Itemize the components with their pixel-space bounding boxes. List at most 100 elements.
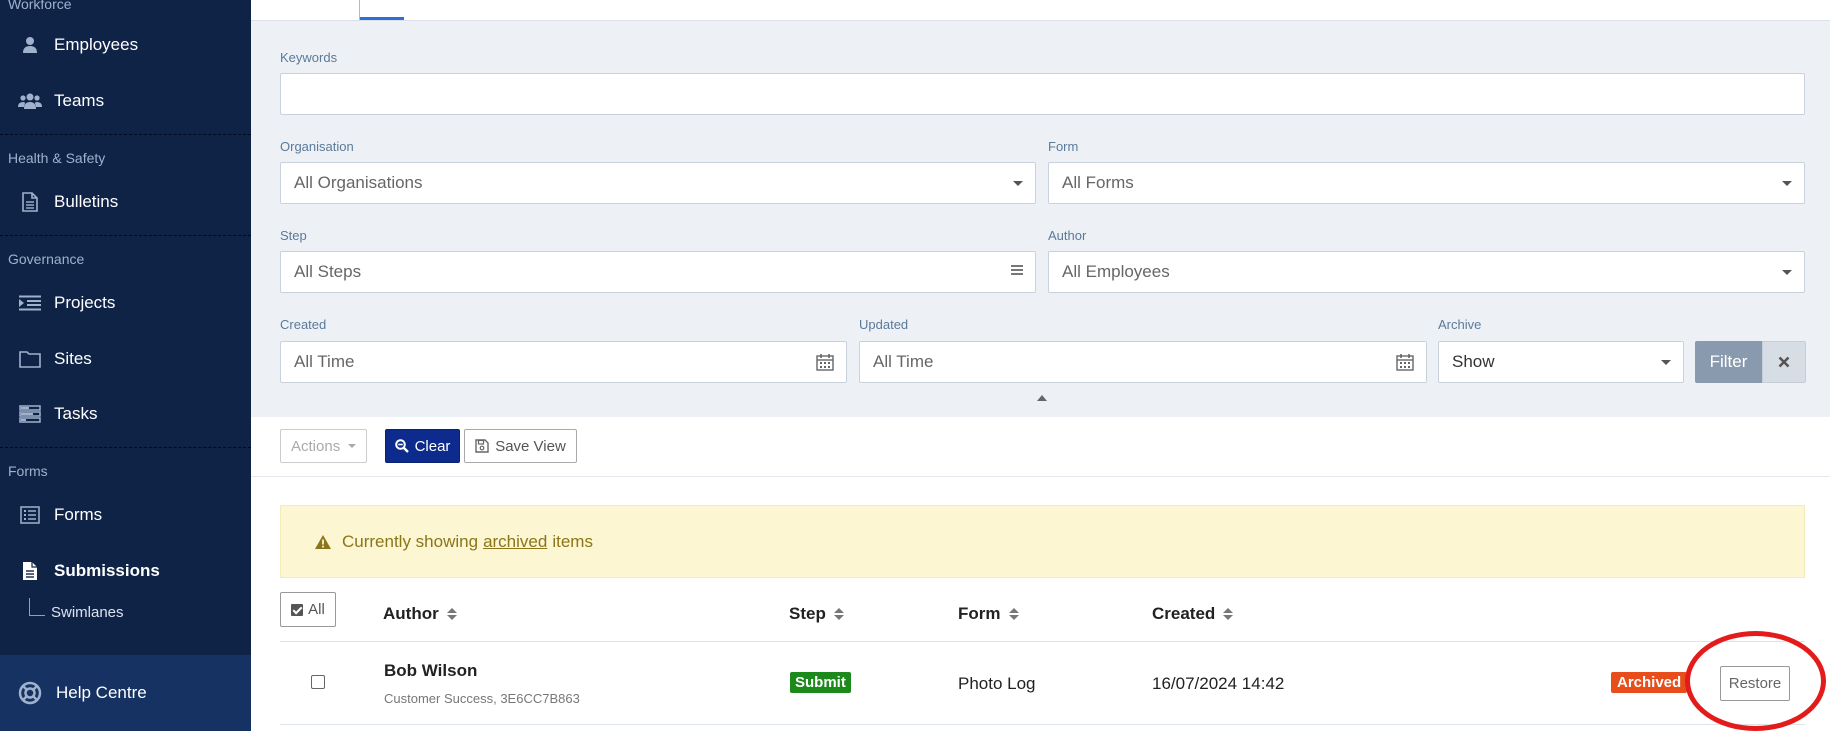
updated-value: All Time xyxy=(873,352,934,371)
section-governance: Governance xyxy=(8,251,85,267)
sidebar-item-swimlanes[interactable]: Swimlanes xyxy=(51,604,124,621)
archived-link[interactable]: archived xyxy=(483,532,547,552)
alert-prefix: Currently showing xyxy=(342,531,479,551)
keywords-input[interactable] xyxy=(280,73,1805,115)
created-label: Created xyxy=(280,317,327,332)
clear-label: Clear xyxy=(414,437,451,455)
sidebar: Workforce Employees Teams Health & Safet… xyxy=(0,0,251,731)
alert-suffix: items xyxy=(552,531,593,551)
archive-label: Archive xyxy=(1438,317,1482,332)
filter-panel: Keywords Organisation All Organisations … xyxy=(251,21,1830,417)
sidebar-item-label: Submissions xyxy=(54,561,160,580)
sidebar-item-employees[interactable]: Employees xyxy=(0,23,251,67)
step-select[interactable]: All Steps xyxy=(280,251,1036,293)
warning-icon xyxy=(314,534,332,550)
sidebar-item-label: Teams xyxy=(54,91,105,110)
column-form[interactable]: Form xyxy=(958,604,1019,624)
table-row[interactable]: Bob Wilson Customer Success, 3E6CC7B863 … xyxy=(280,642,1805,725)
sidebar-divider xyxy=(0,447,251,448)
actions-label: Actions xyxy=(291,437,341,455)
save-view-label: Save View xyxy=(495,437,566,455)
calendar-icon[interactable] xyxy=(1396,353,1414,374)
sidebar-item-label: Tasks xyxy=(54,404,98,423)
archive-select[interactable]: Show xyxy=(1438,341,1684,383)
table-header: All Author Step Form Created xyxy=(280,590,1805,642)
tab-bar xyxy=(251,0,1830,21)
checkbox-checked-icon xyxy=(291,603,304,616)
section-forms: Forms xyxy=(8,463,48,479)
form-value: All Forms xyxy=(1062,173,1134,192)
sidebar-item-label: Bulletins xyxy=(54,192,119,211)
chevron-down-icon xyxy=(1782,181,1792,186)
main-content: Keywords Organisation All Organisations … xyxy=(251,0,1830,731)
sort-icon xyxy=(1008,608,1019,620)
sidebar-item-label: Projects xyxy=(54,293,116,312)
sidebar-item-teams[interactable]: Teams xyxy=(0,79,251,123)
organisation-label: Organisation xyxy=(280,139,354,154)
archived-notice: Currently showing archived items xyxy=(280,505,1805,578)
chevron-down-icon xyxy=(1782,270,1792,275)
save-view-button[interactable]: Save View xyxy=(464,429,577,463)
sidebar-divider xyxy=(0,134,251,135)
sidebar-item-label: Sites xyxy=(54,349,92,368)
sidebar-item-projects[interactable]: Projects xyxy=(0,281,251,325)
restore-button[interactable]: Restore xyxy=(1720,666,1790,701)
reset-filters-button[interactable] xyxy=(1762,341,1806,383)
column-author-label: Author xyxy=(383,604,439,623)
column-created[interactable]: Created xyxy=(1152,604,1234,624)
chevron-down-icon xyxy=(348,444,357,448)
sort-icon xyxy=(446,608,457,620)
sidebar-item-label: Employees xyxy=(54,35,139,54)
row-checkbox[interactable] xyxy=(311,675,325,689)
updated-date-input[interactable]: All Time xyxy=(859,341,1427,383)
tasks-icon xyxy=(18,402,42,426)
author-name[interactable]: Bob Wilson xyxy=(384,661,477,681)
author-meta: Customer Success, 3E6CC7B863 xyxy=(384,691,580,706)
document-text-icon xyxy=(18,559,42,583)
list-indent-icon xyxy=(18,291,42,315)
floppy-disk-icon xyxy=(475,439,489,453)
filter-button[interactable]: Filter xyxy=(1695,341,1762,383)
form-select[interactable]: All Forms xyxy=(1048,162,1805,204)
actions-dropdown[interactable]: Actions xyxy=(280,429,367,463)
select-all-button[interactable]: All xyxy=(280,592,336,627)
created-date-input[interactable]: All Time xyxy=(280,341,847,383)
users-icon xyxy=(18,89,42,113)
sidebar-item-tasks[interactable]: Tasks xyxy=(0,392,251,436)
form-icon xyxy=(18,503,42,527)
created-cell: 16/07/2024 14:42 xyxy=(1152,674,1285,693)
document-icon xyxy=(18,190,42,214)
column-created-label: Created xyxy=(1152,604,1216,623)
form-label: Form xyxy=(1048,139,1079,154)
sidebar-item-label: Forms xyxy=(54,505,103,524)
column-author[interactable]: Author xyxy=(383,604,457,624)
help-centre-label: Help Centre xyxy=(56,683,147,702)
user-icon xyxy=(18,33,42,57)
chevron-down-icon xyxy=(1013,181,1023,186)
organisation-select[interactable]: All Organisations xyxy=(280,162,1036,204)
sort-icon xyxy=(833,608,844,620)
column-step-label: Step xyxy=(789,604,826,623)
active-tab-indicator[interactable] xyxy=(360,17,404,20)
help-centre-link[interactable]: Help Centre xyxy=(0,655,251,731)
collapse-filters-icon[interactable] xyxy=(1037,395,1047,401)
sidebar-item-submissions[interactable]: Submissions xyxy=(0,549,251,593)
sidebar-item-forms[interactable]: Forms xyxy=(0,493,251,537)
select-all-label: All xyxy=(308,601,325,618)
status-badge: Archived xyxy=(1611,672,1688,693)
author-select[interactable]: All Employees xyxy=(1048,251,1805,293)
sidebar-item-bulletins[interactable]: Bulletins xyxy=(0,180,251,224)
clear-button[interactable]: Clear xyxy=(385,429,460,463)
folder-icon xyxy=(18,347,42,371)
step-badge: Submit xyxy=(790,672,851,693)
sidebar-divider xyxy=(0,235,251,236)
toolbar: Actions Clear Save View xyxy=(251,417,1830,477)
updated-label: Updated xyxy=(859,317,909,332)
sort-icon xyxy=(1223,608,1234,620)
created-value: All Time xyxy=(294,352,355,371)
chevron-down-icon xyxy=(1661,360,1671,365)
calendar-icon[interactable] xyxy=(816,353,834,374)
tree-connector xyxy=(29,598,45,616)
sidebar-item-sites[interactable]: Sites xyxy=(0,337,251,381)
column-step[interactable]: Step xyxy=(789,604,844,624)
